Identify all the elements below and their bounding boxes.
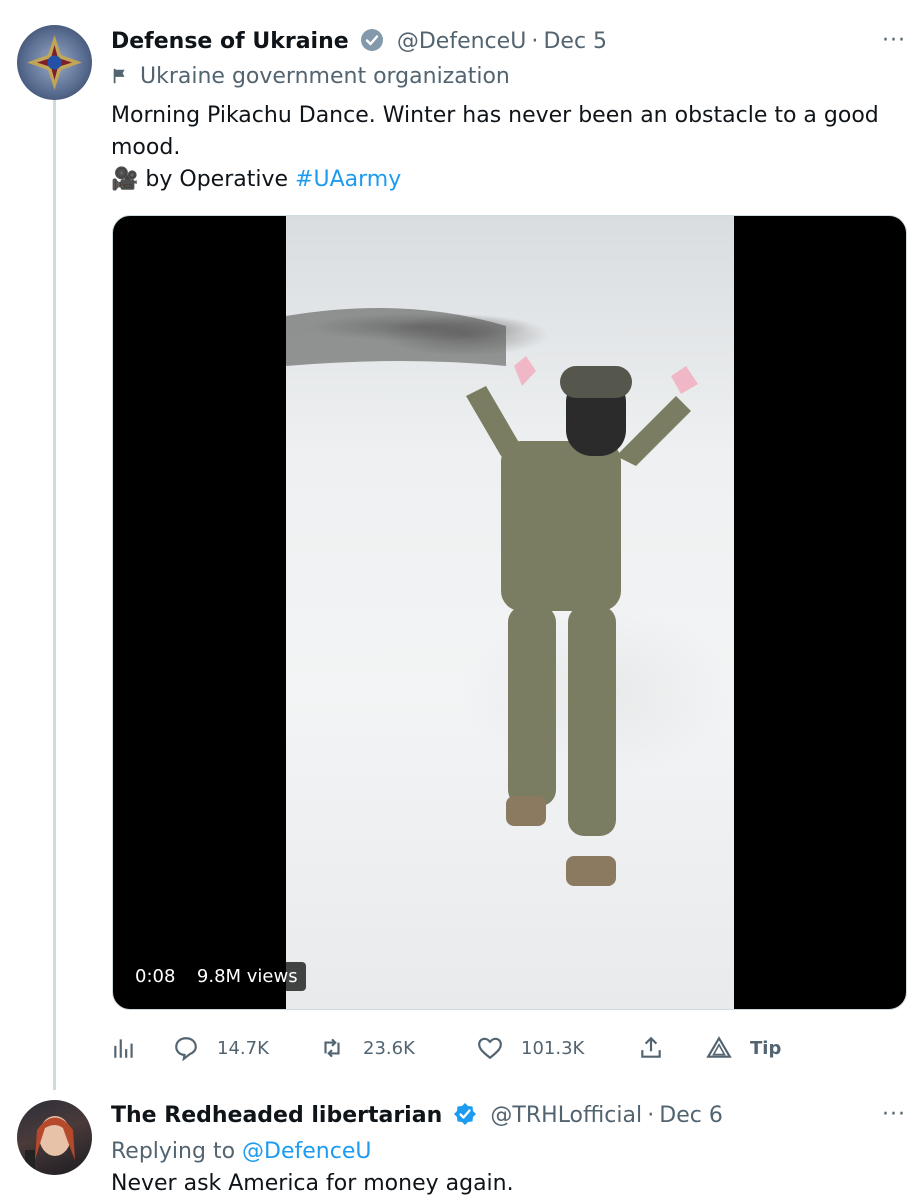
video-frame[interactable] (286, 216, 734, 1009)
tweet1-header: Defense of Ukraine @DefenceU · Dec 5 (111, 28, 607, 54)
tip-icon (706, 1036, 732, 1058)
retweet-count: 23.6K (363, 1037, 415, 1059)
verified-badge-icon (360, 28, 384, 52)
share-icon (641, 1036, 661, 1058)
tip-button[interactable]: Tip (706, 1030, 781, 1066)
like-icon (478, 1037, 502, 1060)
author-avatar[interactable] (17, 25, 92, 100)
video-meta-overlay: 0:08 9.8M views (127, 962, 306, 991)
analytics-button[interactable] (111, 1030, 155, 1066)
retweet-button[interactable]: 23.6K (319, 1030, 415, 1066)
reply-button[interactable]: 14.7K (173, 1030, 269, 1066)
tweet-credit: 🎥 by Operative #UAarmy (111, 164, 891, 196)
like-count: 101.3K (521, 1037, 585, 1059)
more-icon[interactable]: ··· (882, 28, 906, 53)
tweet-date[interactable]: Dec 5 (543, 29, 607, 54)
replying-to: Replying to @DefenceU (111, 1136, 891, 1168)
tweet-actions-bar: 14.7K 23.6K 101.3K Tip (111, 1030, 891, 1066)
retweet-icon (324, 1038, 340, 1058)
analytics-icon (114, 1039, 133, 1058)
author-name[interactable]: Defense of Ukraine (111, 29, 349, 54)
reply-count: 14.7K (217, 1037, 269, 1059)
flag-icon (111, 66, 133, 91)
thread-connector-line (53, 100, 56, 1090)
like-button[interactable]: 101.3K (477, 1030, 584, 1066)
reply-icon (175, 1037, 197, 1061)
tweet-text: Morning Pikachu Dance. Winter has never … (111, 103, 879, 160)
soldier-figure (286, 308, 698, 886)
hashtag-link[interactable]: #UAarmy (295, 167, 401, 192)
avatar-photo (25, 1116, 75, 1170)
reply-text: Never ask America for money again. (111, 1171, 514, 1196)
affiliation-label: Ukraine government organization (111, 64, 510, 91)
camera-emoji: 🎥 (111, 167, 139, 192)
reply-author-avatar[interactable] (17, 1100, 92, 1175)
video-views: 9.8M views (196, 966, 298, 987)
video-player[interactable]: 0:08 9.8M views (112, 215, 907, 1010)
tip-label: Tip (750, 1037, 782, 1059)
video-duration: 0:08 (135, 966, 176, 987)
verified-badge-icon (453, 1102, 477, 1126)
affiliation-text: Ukraine government organization (140, 64, 510, 89)
tweet2-header: The Redheaded libertarian @TRHLofficial … (111, 1102, 723, 1128)
more-icon[interactable]: ··· (882, 1102, 906, 1127)
credit-text: by Operative (145, 167, 289, 192)
reply-author-name[interactable]: The Redheaded libertarian (111, 1103, 442, 1128)
separator-dot: · (647, 1103, 655, 1128)
replying-handle-link[interactable]: @DefenceU (242, 1139, 371, 1164)
replying-label: Replying to (111, 1139, 236, 1164)
emblem-image (27, 35, 82, 90)
share-button[interactable] (638, 1030, 682, 1066)
author-handle[interactable]: @DefenceU (397, 29, 526, 54)
reply-date[interactable]: Dec 6 (659, 1103, 723, 1128)
reply-author-handle[interactable]: @TRHLofficial (490, 1103, 642, 1128)
separator-dot: · (531, 29, 539, 54)
